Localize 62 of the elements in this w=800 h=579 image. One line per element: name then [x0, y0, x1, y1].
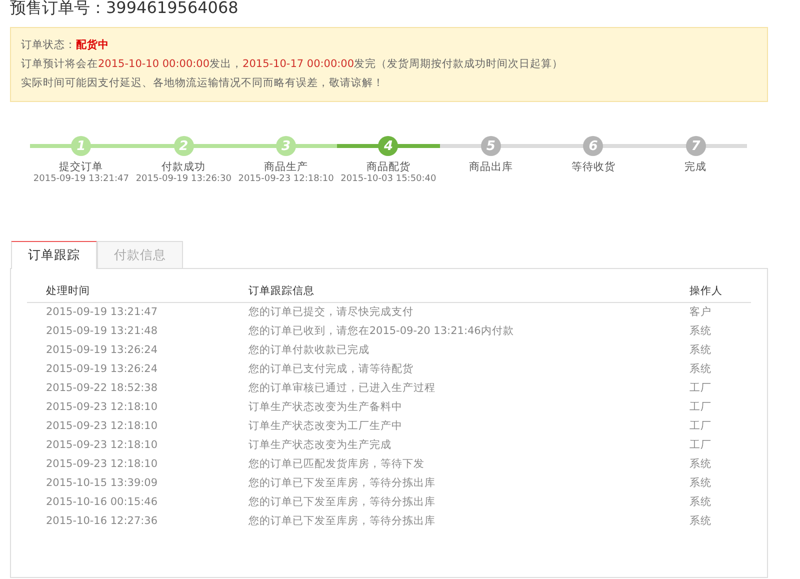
- table-cell: 您的订单已提交，请尽快完成支付: [229, 302, 670, 322]
- table-cell-text: 工厂: [688, 381, 712, 396]
- step-time: 2015-09-19 13:26:30: [136, 174, 232, 184]
- table-cell-text: 订单生产状态改变为生产备料中: [247, 400, 404, 415]
- status-line: 订单状态：配货中: [21, 38, 110, 53]
- column-header: 操作人: [670, 281, 751, 302]
- table-cell-text: 工厂: [688, 400, 712, 415]
- schedule-text: 订单预计将会在2015-10-10 00:00:00发出，2015-10-17 00:00:00发完（发货周期按付款成功时间次日起算）: [21, 57, 564, 72]
- table-cell-text: 您的订单审核已通过，已进入生产过程: [247, 381, 436, 396]
- step-number: 5: [480, 136, 501, 156]
- table-cell: 客户: [670, 302, 751, 322]
- table-cell-text: 2015-10-16 12:27:36: [45, 514, 159, 529]
- step-label: 商品出库: [468, 160, 513, 174]
- step-number: 4: [378, 136, 398, 156]
- table-cell-text: 2015-09-23 12:18:10: [45, 400, 159, 415]
- table-cell-text: 2015-10-16 00:15:46: [45, 495, 159, 510]
- table-cell-text: 您的订单已下发至库房，等待分拣出库: [247, 514, 436, 529]
- disclaimer-text: 实际时间可能因支付延迟、各地物流运输情况不同而略有误差，敬请谅解！: [21, 76, 385, 91]
- table-cell-text: 系统: [688, 495, 712, 510]
- column-header: 订单跟踪信息: [229, 281, 670, 302]
- table-cell-text: 您的订单已匹配发货库房，等待下发: [247, 457, 426, 472]
- step-label: 完成: [684, 160, 707, 174]
- table-cell-text: 工厂: [688, 438, 712, 453]
- step-time: 2015-09-23 12:18:10: [238, 174, 334, 184]
- tab[interactable]: 订单跟踪: [11, 241, 97, 269]
- step-label: 商品配货: [366, 160, 410, 174]
- table-cell-text: 系统: [688, 457, 712, 472]
- step-number: 7: [686, 136, 706, 156]
- table-cell-text: 系统: [688, 514, 712, 529]
- step-label: 等待收货: [571, 160, 616, 174]
- step-time: 2015-10-03 15:50:40: [340, 174, 436, 184]
- step-label: 提交订单: [59, 160, 104, 174]
- step-time: 2015-09-19 13:21:47: [33, 174, 129, 184]
- table-cell-text: 系统: [688, 362, 712, 377]
- table-cell-text: 2015-09-19 13:21:48: [45, 324, 159, 339]
- table-cell: 2015-09-19 13:21:47: [27, 302, 230, 322]
- table-cell-text: 订单生产状态改变为生产完成: [247, 438, 392, 453]
- table-cell-text: 2015-09-23 12:18:10: [45, 457, 159, 472]
- table-cell-text: 系统: [688, 324, 712, 339]
- table-cell-text: 订单生产状态改变为工厂生产中: [247, 419, 404, 434]
- table-cell-text: 2015-10-15 13:39:09: [45, 476, 159, 491]
- table-cell-text: 2015-09-19 13:26:24: [45, 343, 159, 358]
- step-label: 商品生产: [264, 160, 308, 174]
- table-cell-text: 您的订单付款收款已完成: [247, 343, 370, 358]
- table-cell-text: 2015-09-23 12:18:10: [45, 438, 159, 453]
- table-cell-text: 您的订单已收到，请您在2015-09-20 13:21:46内付款: [247, 324, 515, 339]
- table-cell-text: 您的订单已下发至库房，等待分拣出库: [247, 495, 436, 510]
- table-cell-text: 工厂: [688, 419, 712, 434]
- table-cell-text: 2015-09-19 13:26:24: [45, 362, 159, 377]
- step-label: 付款成功: [162, 160, 206, 174]
- table-cell-text: 2015-09-22 18:52:38: [45, 381, 159, 396]
- table-cell-text: 2015-09-23 12:18:10: [45, 419, 159, 434]
- column-header: 处理时间: [27, 281, 230, 302]
- step-number: 6: [583, 136, 604, 156]
- order-title: 预售订单号：3994619564068: [9, 0, 240, 17]
- table-cell-text: 您的订单已下发至库房，等待分拣出库: [247, 476, 436, 491]
- table-cell-text: 系统: [688, 343, 712, 358]
- table-cell-text: 系统: [688, 476, 712, 491]
- step-number: 2: [174, 136, 194, 156]
- table-cell-text: 您的订单已支付完成，请等待配货: [247, 362, 414, 377]
- step-number: 3: [276, 136, 296, 156]
- step-number: 1: [71, 136, 92, 156]
